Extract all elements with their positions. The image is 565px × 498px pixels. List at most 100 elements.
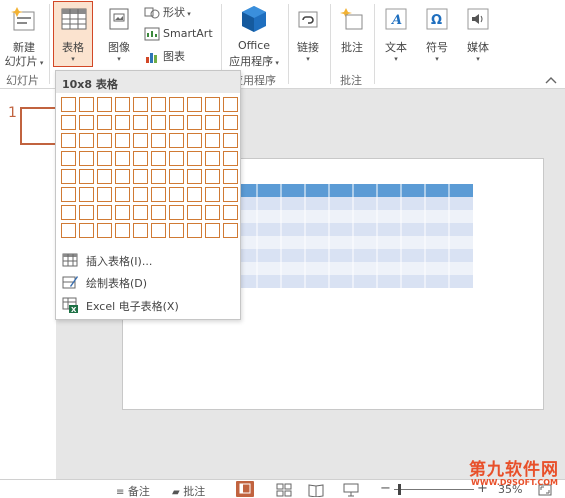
table-grid-cell[interactable] — [205, 169, 220, 184]
reading-view-icon[interactable] — [308, 483, 324, 497]
table-grid-cell[interactable] — [223, 133, 238, 148]
table-grid-cell[interactable] — [187, 223, 202, 238]
office-apps-button[interactable]: Office 应用程序 ▾ — [224, 2, 284, 68]
table-grid-cell[interactable] — [223, 223, 238, 238]
table-grid-cell[interactable] — [79, 133, 94, 148]
table-grid-cell[interactable] — [133, 115, 148, 130]
table-grid-cell[interactable] — [151, 223, 166, 238]
table-grid-cell[interactable] — [169, 115, 184, 130]
table-grid-cell[interactable] — [151, 205, 166, 220]
table-grid-cell[interactable] — [79, 223, 94, 238]
table-grid-cell[interactable] — [115, 169, 130, 184]
table-grid-cell[interactable] — [79, 115, 94, 130]
table-grid-cell[interactable] — [97, 97, 112, 112]
table-grid-cell[interactable] — [223, 205, 238, 220]
table-grid-cell[interactable] — [61, 169, 76, 184]
table-grid-cell[interactable] — [205, 187, 220, 202]
table-grid-cell[interactable] — [169, 151, 184, 166]
table-grid-cell[interactable] — [187, 187, 202, 202]
table-grid-cell[interactable] — [115, 151, 130, 166]
new-slide-button[interactable]: 新建 幻灯片 ▾ — [2, 2, 46, 68]
insert-table-menu-item[interactable]: 插入表格(I)... — [56, 249, 240, 271]
table-grid-cell[interactable] — [187, 169, 202, 184]
table-grid-cell[interactable] — [205, 115, 220, 130]
excel-spreadsheet-menu-item[interactable]: X Excel 电子表格(X) — [56, 294, 240, 316]
table-grid-cell[interactable] — [205, 97, 220, 112]
table-grid-cell[interactable] — [169, 133, 184, 148]
table-grid-cell[interactable] — [223, 187, 238, 202]
table-grid-cell[interactable] — [133, 97, 148, 112]
zoom-slider[interactable] — [394, 484, 474, 495]
table-grid-cell[interactable] — [151, 169, 166, 184]
table-grid-cell[interactable] — [133, 223, 148, 238]
table-grid-cell[interactable] — [169, 205, 184, 220]
table-grid-cell[interactable] — [205, 205, 220, 220]
table-grid-cell[interactable] — [187, 97, 202, 112]
notes-button[interactable]: ≡ 备注 — [116, 483, 150, 498]
table-grid-cell[interactable] — [61, 133, 76, 148]
table-grid-cell[interactable] — [61, 151, 76, 166]
table-grid-cell[interactable] — [61, 187, 76, 202]
table-grid-cell[interactable] — [97, 169, 112, 184]
table-grid-cell[interactable] — [115, 97, 130, 112]
table-grid-cell[interactable] — [223, 97, 238, 112]
comments-button[interactable]: ▰ 批注 — [172, 483, 205, 498]
table-grid-cell[interactable] — [151, 187, 166, 202]
table-grid-cell[interactable] — [133, 205, 148, 220]
text-button[interactable]: A 文本 ▾ — [379, 2, 413, 68]
table-grid-cell[interactable] — [61, 115, 76, 130]
table-grid-cell[interactable] — [61, 97, 76, 112]
table-grid-cell[interactable] — [151, 115, 166, 130]
table-grid-cell[interactable] — [205, 133, 220, 148]
table-grid-cell[interactable] — [115, 205, 130, 220]
shapes-button[interactable]: 形状 ▾ — [144, 4, 191, 22]
images-button[interactable]: 图像 ▾ — [99, 2, 139, 68]
table-grid-cell[interactable] — [151, 133, 166, 148]
table-grid-cell[interactable] — [79, 151, 94, 166]
table-grid-cell[interactable] — [115, 115, 130, 130]
table-grid-cell[interactable] — [61, 205, 76, 220]
table-grid-cell[interactable] — [115, 223, 130, 238]
table-grid-cell[interactable] — [133, 133, 148, 148]
table-grid-cell[interactable] — [205, 151, 220, 166]
table-grid-cell[interactable] — [187, 133, 202, 148]
table-grid-cell[interactable] — [115, 187, 130, 202]
table-grid-cell[interactable] — [61, 223, 76, 238]
table-grid-cell[interactable] — [97, 223, 112, 238]
table-grid-cell[interactable] — [79, 97, 94, 112]
zoom-slider-thumb[interactable] — [398, 484, 401, 495]
draw-table-menu-item[interactable]: 绘制表格(D) — [56, 271, 240, 293]
table-grid-cell[interactable] — [97, 205, 112, 220]
table-button[interactable]: 表格 ▾ — [53, 1, 93, 67]
media-button[interactable]: 媒体 ▾ — [461, 2, 495, 68]
table-grid-cell[interactable] — [115, 133, 130, 148]
slide-sorter-view-icon[interactable] — [276, 483, 292, 497]
zoom-out-button[interactable]: − — [380, 481, 391, 496]
table-grid-cell[interactable] — [133, 151, 148, 166]
symbols-button[interactable]: Ω 符号 ▾ — [420, 2, 454, 68]
table-grid-cell[interactable] — [169, 169, 184, 184]
table-grid-cell[interactable] — [223, 115, 238, 130]
slideshow-view-icon[interactable] — [343, 483, 359, 497]
table-grid-cell[interactable] — [151, 97, 166, 112]
table-grid-cell[interactable] — [133, 169, 148, 184]
table-grid-cell[interactable] — [223, 151, 238, 166]
chevron-up-icon[interactable] — [545, 76, 557, 84]
table-grid-cell[interactable] — [79, 187, 94, 202]
links-button[interactable]: 链接 ▾ — [292, 2, 324, 68]
new-comment-button[interactable]: 批注 — [334, 2, 370, 68]
table-grid-cell[interactable] — [187, 115, 202, 130]
table-grid-cell[interactable] — [187, 205, 202, 220]
table-size-grid[interactable] — [61, 97, 238, 241]
table-grid-cell[interactable] — [187, 151, 202, 166]
table-grid-cell[interactable] — [151, 151, 166, 166]
table-grid-cell[interactable] — [169, 187, 184, 202]
table-grid-cell[interactable] — [169, 223, 184, 238]
normal-view-icon[interactable] — [236, 481, 254, 497]
table-grid-cell[interactable] — [97, 187, 112, 202]
table-grid-cell[interactable] — [79, 169, 94, 184]
table-grid-cell[interactable] — [205, 223, 220, 238]
table-grid-cell[interactable] — [223, 169, 238, 184]
smartart-button[interactable]: SmartArt — [144, 26, 213, 44]
table-grid-cell[interactable] — [133, 187, 148, 202]
